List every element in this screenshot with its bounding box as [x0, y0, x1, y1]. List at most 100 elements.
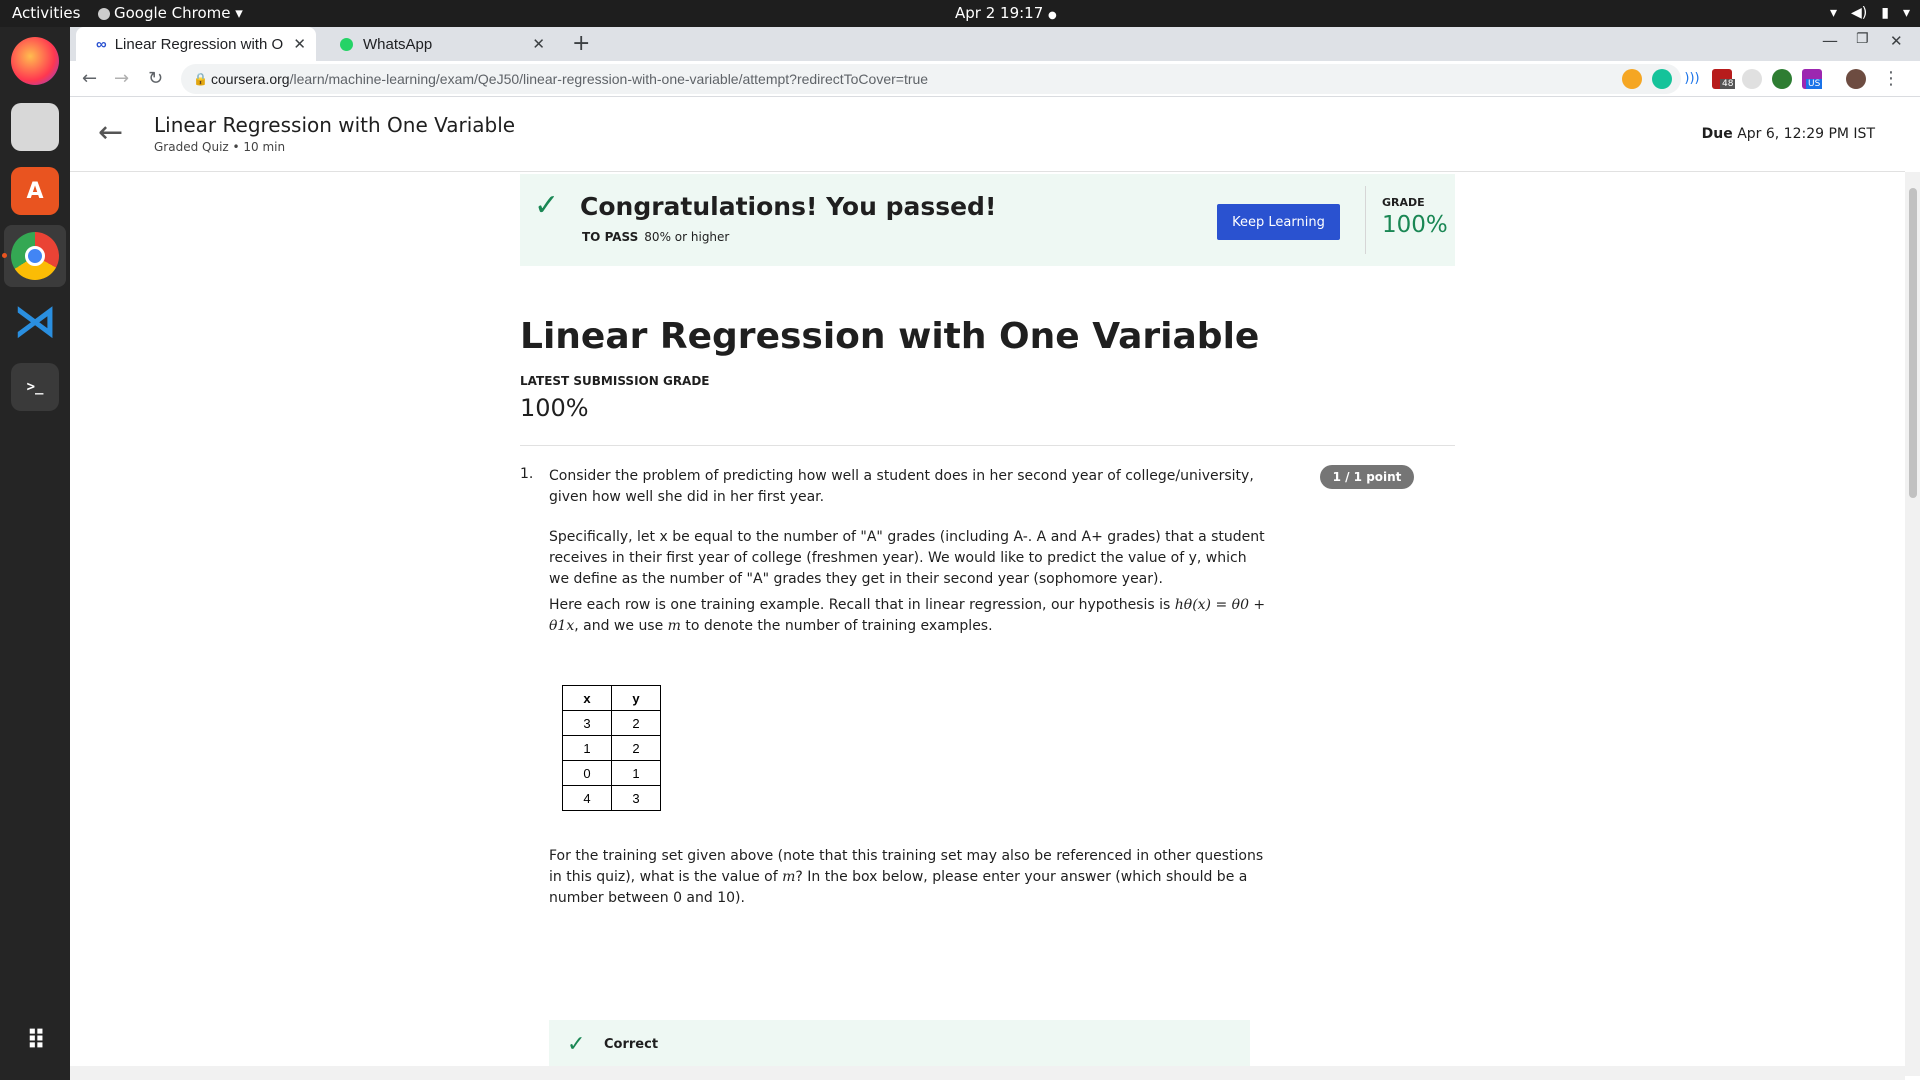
table-cell: 2	[611, 710, 661, 736]
table-row: 43	[562, 785, 661, 811]
app-menu[interactable]: Google Chrome ▾	[98, 4, 243, 22]
divider	[1365, 186, 1366, 254]
running-indicator	[2, 253, 7, 258]
app-name-label: Google Chrome	[114, 4, 231, 22]
files-icon[interactable]	[11, 103, 59, 151]
extension-badge-icon[interactable]: 48	[1712, 69, 1736, 89]
back-icon[interactable]: ←	[82, 68, 97, 89]
new-tab-plus-icon[interactable]: +	[572, 31, 590, 56]
divider	[520, 445, 1455, 446]
table-cell: 2	[611, 735, 661, 761]
back-arrow-icon[interactable]: ←	[98, 118, 123, 148]
table-header-cell: y	[611, 685, 661, 711]
system-top-bar: Activities Google Chrome ▾ Apr 2 19:17 ●…	[0, 0, 1920, 27]
math-variable: m	[782, 869, 796, 885]
quiz-header: ← Linear Regression with One Variable Gr…	[70, 98, 1905, 172]
extension-green-icon[interactable]	[1772, 69, 1792, 89]
caret-down-icon: ▾	[235, 4, 243, 22]
address-bar[interactable]: 🔒 coursera.org/learn/machine-learning/ex…	[181, 64, 1681, 94]
coursera-favicon-icon: ∞	[96, 35, 107, 53]
clock[interactable]: Apr 2 19:17 ●	[955, 4, 1057, 25]
firefox-icon[interactable]	[11, 37, 59, 85]
battery-icon: ▮	[1881, 5, 1889, 21]
close-tab-icon[interactable]: ✕	[293, 35, 306, 53]
to-pass-label: TO PASS	[582, 230, 639, 244]
show-apps-grid-icon[interactable]: ⠿	[11, 1017, 59, 1065]
profile-avatar[interactable]	[1846, 69, 1866, 89]
keep-learning-button[interactable]: Keep Learning	[1217, 204, 1340, 240]
feedback-label: Correct	[604, 1037, 659, 1052]
points-badge: 1 / 1 point	[1320, 465, 1414, 489]
grade-label: GRADE	[1382, 196, 1425, 209]
extension-cookie-icon[interactable]	[1622, 69, 1642, 89]
terminal-icon[interactable]: >_	[11, 363, 59, 411]
minimize-window-icon[interactable]: —	[1822, 31, 1838, 50]
extension-person-icon[interactable]	[1742, 69, 1762, 89]
table-cell: 3	[562, 710, 612, 736]
table-header-row: x y	[562, 685, 661, 711]
horizontal-scrollbar[interactable]	[70, 1066, 1905, 1080]
extension-grammarly-icon[interactable]	[1652, 69, 1672, 89]
dock: A ⋊ >_ ⠿	[0, 27, 70, 1080]
question-paragraph-4: For the training set given above (note t…	[549, 846, 1269, 909]
table-cell: 3	[611, 785, 661, 811]
training-data-table: x y 32 12 01 43	[562, 685, 661, 811]
lock-icon: 🔒	[193, 72, 208, 86]
due-date: Due Apr 6, 12:29 PM IST	[1702, 126, 1875, 142]
system-tray[interactable]: ▾ ◀) ▮ ▾	[1830, 5, 1910, 21]
restore-window-icon[interactable]: ❐	[1856, 31, 1869, 47]
browser-toolbar: ← → ↻ 🔒 coursera.org/learn/machine-learn…	[70, 61, 1920, 97]
table-cell: 0	[562, 760, 612, 786]
tab-title: Linear Regression with O	[114, 35, 284, 53]
whatsapp-favicon-icon	[340, 37, 353, 51]
table-row: 32	[562, 710, 661, 736]
grade-value: 100%	[1382, 212, 1448, 238]
question-paragraph-3: Here each row is one training example. R…	[549, 595, 1269, 637]
paragraph-text: to denote the number of training example…	[680, 618, 993, 634]
activities-button[interactable]: Activities	[12, 4, 80, 22]
wifi-icon: ▾	[1829, 5, 1838, 21]
math-variable: m	[667, 618, 681, 634]
vertical-scrollbar[interactable]	[1905, 172, 1920, 1076]
extension-region-badge: US	[1806, 79, 1823, 89]
extension-audio-icon[interactable]: )))	[1682, 69, 1702, 89]
paragraph-text: Here each row is one training example. R…	[549, 597, 1175, 613]
to-pass-value: 80% or higher	[644, 230, 730, 244]
extension-badge-count: 48	[1720, 79, 1736, 89]
software-center-icon[interactable]: A	[11, 167, 59, 215]
chrome-icon[interactable]	[11, 232, 59, 280]
table-cell: 4	[562, 785, 612, 811]
page-content: ← Linear Regression with One Variable Gr…	[70, 98, 1920, 1080]
forward-icon[interactable]: →	[114, 68, 129, 89]
reload-icon[interactable]: ↻	[148, 68, 163, 89]
tab-linear-regression[interactable]: ∞ Linear Regression with O ✕	[76, 27, 316, 61]
extension-region-icon[interactable]: US	[1802, 69, 1823, 89]
tab-title: WhatsApp	[363, 35, 433, 53]
close-window-icon[interactable]: ✕	[1890, 32, 1903, 50]
url-host: coursera.org	[211, 71, 290, 87]
due-label: Due	[1701, 126, 1733, 142]
close-tab-icon[interactable]: ✕	[532, 35, 545, 53]
check-icon: ✓	[567, 1032, 586, 1057]
scrollbar-thumb[interactable]	[1909, 188, 1917, 498]
paragraph-text: , and we use	[574, 618, 668, 634]
due-value: Apr 6, 12:29 PM IST	[1737, 126, 1875, 142]
to-pass-info: TO PASS 80% or higher	[582, 230, 729, 244]
question-number: 1.	[520, 466, 534, 482]
passed-banner: ✓ Congratulations! You passed! TO PASS 80…	[520, 174, 1455, 266]
vscode-icon[interactable]: ⋊	[11, 296, 59, 347]
clock-label: Apr 2 19:17	[955, 4, 1044, 22]
table-header-cell: x	[562, 685, 612, 711]
table-row: 12	[562, 735, 661, 761]
table-cell: 1	[562, 735, 612, 761]
tab-whatsapp[interactable]: WhatsApp ✕	[320, 27, 555, 61]
latest-submission-label: LATEST SUBMISSION GRADE	[520, 374, 710, 388]
chrome-small-icon	[98, 7, 110, 20]
table-row: 01	[562, 760, 661, 786]
tab-strip: ∞ Linear Regression with O ✕ WhatsApp ✕ …	[70, 27, 1920, 61]
quiz-title: Linear Regression with One Variable	[154, 113, 516, 137]
volume-icon: ◀)	[1851, 5, 1868, 21]
browser-menu-icon[interactable]: ⋮	[1882, 68, 1900, 89]
question-paragraph-2: Specifically, let x be equal to the numb…	[549, 529, 1265, 587]
latest-submission-value: 100%	[520, 394, 589, 422]
